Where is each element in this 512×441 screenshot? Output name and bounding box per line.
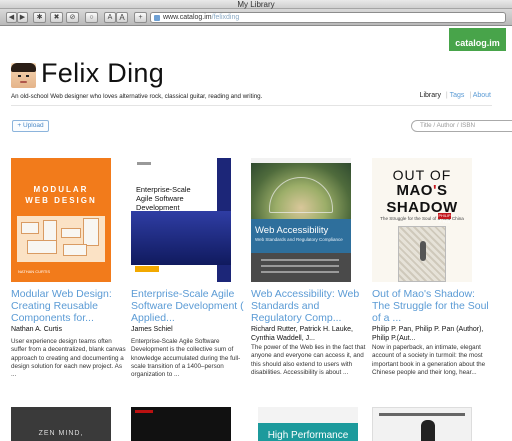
book-cover[interactable]: High Performance (258, 407, 358, 441)
book-title-link[interactable]: Web Accessibility: Web Standards and Reg… (251, 288, 371, 324)
zoom-out-button[interactable]: A (104, 12, 116, 23)
cover-illustration (17, 216, 105, 262)
add-bookmark-icon[interactable]: + (134, 12, 147, 23)
cover-title: Web Accessibility (255, 225, 329, 236)
main-nav: Library | Tags | About (417, 92, 491, 99)
cover-subtitle: The Struggle for the Soul of a New China (380, 216, 464, 221)
cover-title-line: MODULAR (33, 185, 89, 194)
book-author: Richard Rutter, Patrick H. Lauke, Cynthi… (251, 326, 353, 342)
upload-button[interactable]: + Upload (12, 120, 49, 132)
book-author: Philip P. Pan, Philip P. Pan (Author), P… (372, 326, 484, 342)
zoom-in-button[interactable]: A (116, 12, 128, 23)
page-content: catalog.im Felix Ding An old-school Web … (0, 27, 512, 441)
reload-icon[interactable]: ○ (85, 12, 98, 23)
window-title: My Library (237, 0, 275, 9)
settings-icon[interactable]: ✱ (33, 12, 46, 23)
book-description: The power of the Web lies in the fact th… (251, 344, 366, 376)
cover-title: High Performance (267, 430, 349, 441)
book-cover[interactable]: MODULAR WEB DESIGN NATHAN CURTIS (11, 158, 111, 282)
nav-separator: | (445, 92, 448, 99)
book-cover[interactable] (131, 407, 231, 441)
cover-title: ZEN MIND, (38, 430, 84, 437)
address-path: /felixding (211, 14, 240, 21)
cover-subtitle: Web Standards and Regulatory Compliance (255, 237, 343, 242)
book-cover[interactable]: Web Accessibility Web Standards and Regu… (251, 158, 351, 282)
book-cover[interactable] (372, 407, 472, 441)
cover-title-line: WEB DESIGN (25, 196, 97, 205)
book-author: James Schiel (131, 326, 173, 333)
nav-item-library[interactable]: Library (420, 92, 441, 99)
book-title-link[interactable]: Modular Web Design: Creating Reusable Co… (11, 288, 131, 324)
book-cover[interactable]: OUT OF MAO'S SHADOW The Struggle for the … (372, 158, 472, 282)
brand-logo[interactable]: catalog.im (449, 28, 506, 51)
cover-title: Enterprise-Scale Agile Software Developm… (136, 185, 191, 212)
block-icon[interactable]: ⊘ (66, 12, 79, 23)
book-title-link[interactable]: Out of Mao's Shadow: The Struggle for th… (372, 288, 492, 324)
nav-item-tags[interactable]: Tags (450, 92, 465, 99)
cover-title-line: MAO'S SHADOW (386, 182, 458, 216)
cover-author: NATHAN CURTIS (18, 269, 51, 274)
window-title-bar: My Library (0, 0, 512, 9)
address-domain: www.catalog.im (163, 14, 212, 21)
page-title: Felix Ding (41, 58, 165, 88)
book-author: Nathan A. Curtis (11, 326, 62, 333)
stop-icon[interactable]: ✖ (50, 12, 63, 23)
browser-toolbar: ◀ ▶ ✱ ✖ ⊘ ○ A A + www.catalog.im/felixdi… (0, 9, 512, 26)
book-cover[interactable]: Enterprise-Scale Agile Software Developm… (131, 158, 231, 282)
address-bar[interactable]: www.catalog.im/felixding (150, 12, 506, 23)
nav-separator: | (469, 92, 472, 99)
book-description: Enterprise-Scale Agile Software Developm… (131, 338, 241, 379)
cover-author-badge: PHILIP P. PAN (438, 213, 451, 224)
book-description: Now in paperback, an intimate, elegant a… (372, 344, 486, 376)
book-title-link[interactable]: Enterprise-Scale Agile Software Developm… (131, 288, 251, 324)
search-input[interactable]: Title / Author / ISBN (411, 120, 512, 132)
site-favicon-icon (154, 15, 160, 21)
back-icon[interactable]: ◀ (6, 12, 17, 23)
book-cover[interactable]: ZEN MIND, (11, 407, 111, 441)
book-description: User experience design teams often suffe… (11, 338, 126, 379)
cover-author (135, 266, 159, 272)
header-divider (11, 105, 492, 106)
avatar (11, 63, 36, 88)
profile-tagline: An old-school Web designer who loves alt… (11, 93, 263, 100)
forward-icon[interactable]: ▶ (17, 12, 28, 23)
cover-title-line: OUT OF (392, 167, 452, 183)
nav-item-about[interactable]: About (473, 92, 491, 99)
